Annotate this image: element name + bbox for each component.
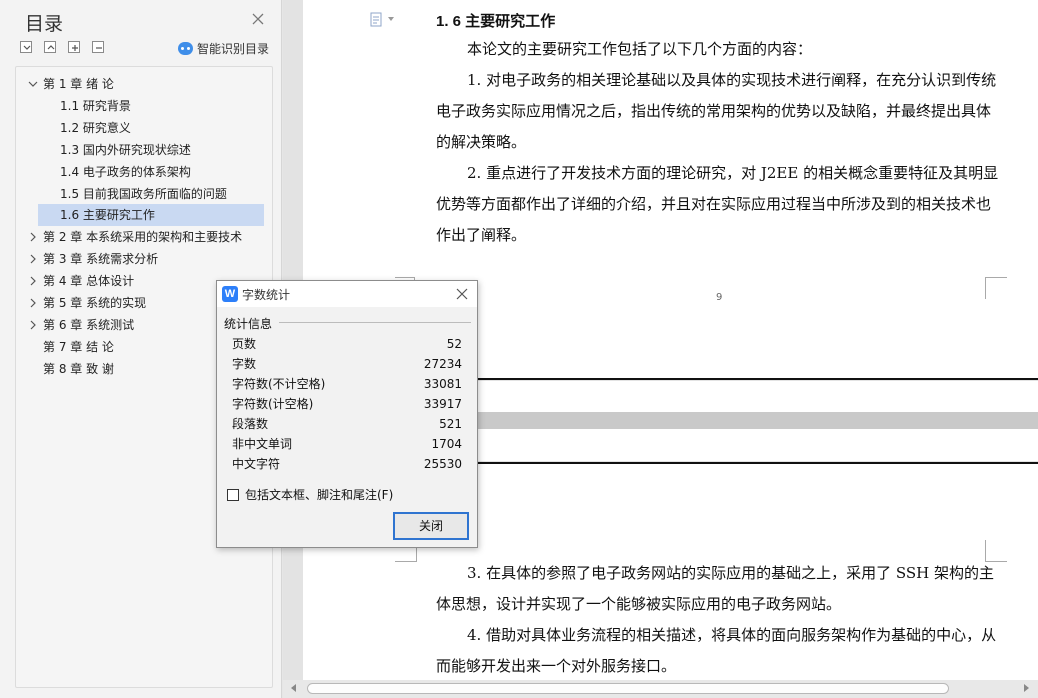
dialog-titlebar[interactable]: W 字数统计 (217, 281, 477, 307)
toc-item-label: 第 2 章 本系统采用的架构和主要技术 (43, 230, 243, 244)
paragraph-4: 4. 借助对具体业务流程的相关描述，将具体的面向服务架构作为基础的中心，从而能够… (436, 626, 997, 675)
checkbox-label: 包括文本框、脚注和尾注(F) (245, 488, 394, 502)
toc-item-1-3[interactable]: 1.3 国内外研究现状综述 (60, 139, 191, 161)
close-icon[interactable] (250, 11, 266, 27)
collapse-all-icon[interactable] (44, 41, 56, 53)
scroll-left-icon[interactable] (291, 684, 296, 692)
word-count-dialog[interactable]: W 字数统计 统计信息 页数 52 字数 27234 字符数(不计空格) 330… (216, 280, 478, 548)
toc-item-label: 第 7 章 结 论 (43, 340, 114, 354)
margin-corner-mark (985, 277, 1007, 299)
stat-label: 字符数(计空格) (232, 397, 314, 411)
paragraph-layout-icon[interactable] (370, 12, 384, 28)
horizontal-scrollbar[interactable] (283, 680, 1038, 698)
paragraph-2: 2. 重点进行了开发技术方面的理论研究，对 J2EE 的相关概念重要特征及其明显… (436, 164, 999, 244)
toc-toolbar (20, 41, 104, 55)
chevron-down-icon[interactable] (28, 79, 38, 89)
toc-item-label: 第 8 章 致 谢 (43, 362, 114, 376)
toc-item-1-5[interactable]: 1.5 目前我国政务所面临的问题 (60, 183, 227, 205)
close-button[interactable]: 关闭 (393, 512, 469, 540)
chevron-right-icon[interactable] (28, 276, 38, 286)
stat-value: 52 (446, 337, 462, 351)
stat-row-chinese-chars: 中文字符 25530 (232, 454, 462, 474)
toc-item-label: 第 6 章 系统测试 (43, 318, 135, 332)
stat-label: 段落数 (232, 417, 269, 431)
paragraph-intro: 本论文的主要研究工作包括了以下几个方面的内容： (467, 40, 813, 58)
section-heading: 1. 6 主要研究工作 (436, 13, 556, 30)
stat-label: 页数 (232, 337, 257, 351)
toc-item-1-1[interactable]: 1.1 研究背景 (60, 95, 131, 117)
scroll-right-icon[interactable] (1024, 684, 1029, 692)
paragraph-3: 3. 在具体的参照了电子政务网站的实际应用的基础之上，采用了 SSH 架构的主体… (436, 564, 994, 613)
toc-item-label: 第 1 章 绪 论 (43, 77, 114, 91)
stat-row-non-chinese-words: 非中文单词 1704 (232, 434, 462, 454)
toc-item-label: 1.1 研究背景 (60, 99, 131, 113)
dialog-title: 字数统计 (242, 288, 291, 302)
stat-value: 521 (439, 417, 462, 431)
remove-level-icon[interactable] (92, 41, 104, 53)
stat-value: 33081 (423, 377, 462, 391)
toc-item-label: 1.6 主要研究工作 (60, 208, 155, 222)
stat-row-chars-with-spaces: 字符数(计空格) 33917 (232, 394, 462, 414)
toc-item-chapter-7[interactable]: 第 7 章 结 论 (43, 336, 114, 358)
close-icon[interactable] (455, 287, 469, 301)
stat-value: 27234 (423, 357, 462, 371)
chevron-right-icon[interactable] (28, 232, 38, 242)
toc-item-1-2[interactable]: 1.2 研究意义 (60, 117, 131, 139)
checkbox[interactable] (227, 488, 239, 501)
toc-item-chapter-8[interactable]: 第 8 章 致 谢 (43, 358, 114, 380)
stats-section-label: 统计信息 (224, 317, 273, 331)
chevron-right-icon[interactable] (28, 298, 38, 308)
toc-item-chapter-1[interactable]: 第 1 章 绪 论 (26, 73, 262, 95)
toc-item-label: 第 3 章 系统需求分析 (43, 252, 159, 266)
toc-item-label: 1.3 国内外研究现状综述 (60, 143, 191, 157)
toc-item-label: 1.4 电子政务的体系架构 (60, 165, 191, 179)
toc-item-label: 1.5 目前我国政务所面临的问题 (60, 187, 227, 201)
stat-row-words: 字数 27234 (232, 354, 462, 374)
expand-all-icon[interactable] (20, 41, 32, 53)
toc-item-label: 1.2 研究意义 (60, 121, 131, 135)
stat-label: 字数 (232, 357, 257, 371)
toc-item-label: 第 5 章 系统的实现 (43, 296, 147, 310)
stat-value: 33917 (423, 397, 462, 411)
stat-value: 25530 (423, 457, 462, 471)
chevron-right-icon[interactable] (28, 320, 38, 330)
stat-value: 1704 (431, 437, 462, 451)
stat-row-chars-no-spaces: 字符数(不计空格) 33081 (232, 374, 462, 394)
page-number: 9 (716, 292, 723, 303)
stat-label: 中文字符 (232, 457, 281, 471)
toc-item-label: 第 4 章 总体设计 (43, 274, 135, 288)
smart-toc-label: 智能识别目录 (197, 42, 270, 56)
stat-row-pages: 页数 52 (232, 334, 462, 354)
smart-recognize-icon (178, 42, 193, 55)
stat-label: 非中文单词 (232, 437, 293, 451)
toc-item-1-4[interactable]: 1.4 电子政务的体系架构 (60, 161, 191, 183)
paragraph-1: 1. 对电子政务的相关理论基础以及具体的实现技术进行阐释，在充分认识到传统电子政… (436, 71, 997, 151)
include-textbox-checkbox[interactable]: 包括文本框、脚注和尾注(F) (227, 486, 393, 503)
chevron-right-icon[interactable] (28, 254, 38, 264)
wps-app-icon: W (222, 286, 238, 302)
section-divider (279, 322, 471, 323)
add-level-icon[interactable] (68, 41, 80, 53)
smart-toc-button[interactable]: 智能识别目录 (178, 40, 269, 57)
dropdown-arrow-icon[interactable] (388, 17, 394, 21)
stat-label: 字符数(不计空格) (232, 377, 326, 391)
toc-item-1-6[interactable]: 1.6 主要研究工作 (38, 204, 264, 226)
stat-row-paragraphs: 段落数 521 (232, 414, 462, 434)
scrollbar-thumb[interactable] (307, 683, 949, 694)
toc-title: 目录 (25, 13, 64, 35)
